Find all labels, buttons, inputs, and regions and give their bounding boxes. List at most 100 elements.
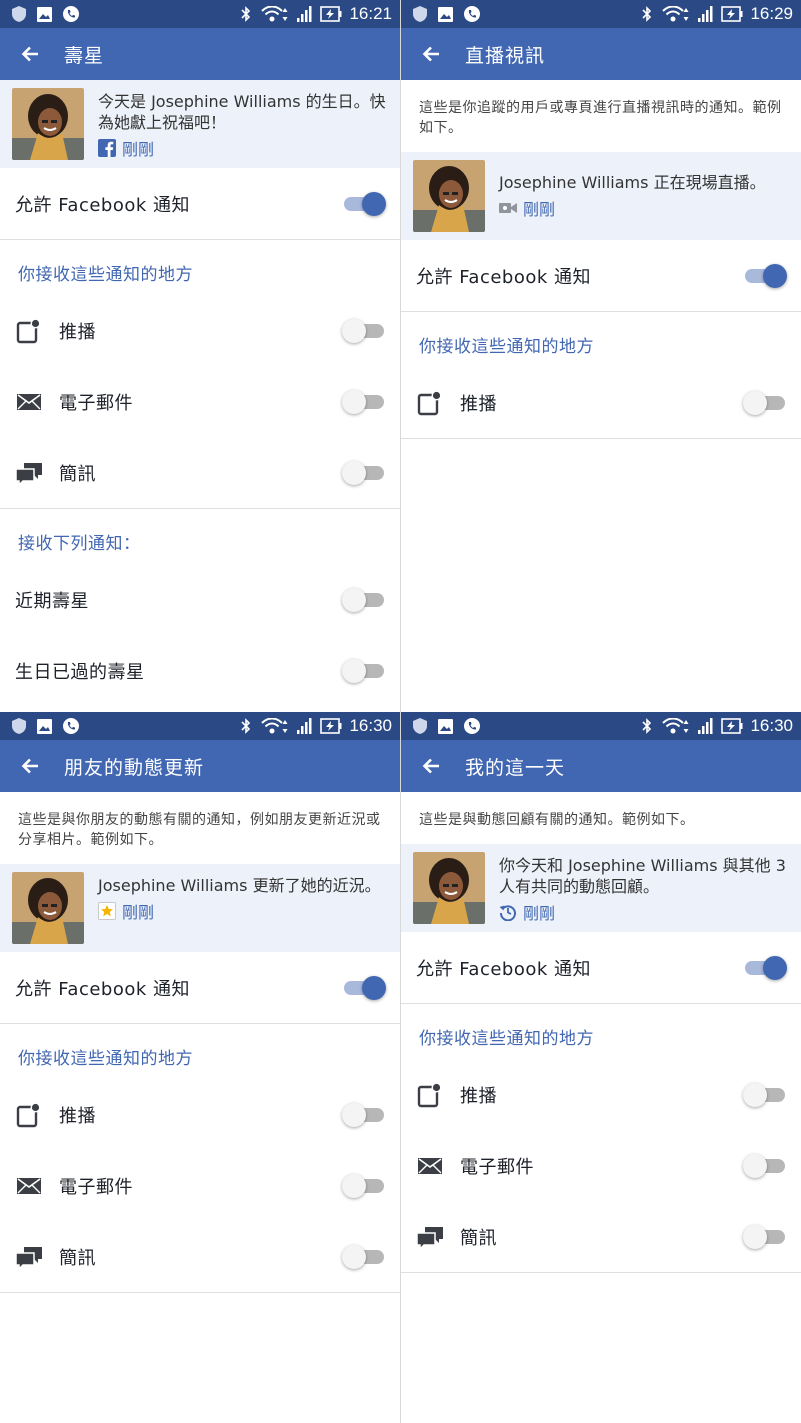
email-row[interactable]: 電子郵件 bbox=[401, 1130, 801, 1201]
email-toggle[interactable] bbox=[743, 1153, 787, 1178]
example-notification: Josephine Williams 更新了她的近況。 剛剛 bbox=[0, 864, 400, 952]
wifi-icon bbox=[261, 6, 289, 23]
example-timestamp: 剛剛 bbox=[98, 899, 388, 923]
push-toggle[interactable] bbox=[743, 1082, 787, 1107]
push-row[interactable]: 推播 bbox=[0, 1079, 400, 1150]
section-header-where: 你接收這些通知的地方 bbox=[18, 265, 193, 285]
status-bar: 16:30 bbox=[0, 712, 400, 740]
wifi-icon bbox=[662, 6, 690, 23]
push-notification-icon bbox=[416, 389, 444, 417]
page-title: 壽星 bbox=[64, 44, 105, 67]
sms-row[interactable]: 簡訊 bbox=[0, 1221, 400, 1292]
push-label: 推播 bbox=[460, 1085, 497, 1107]
app-bar: 直播視訊 bbox=[401, 28, 801, 80]
sms-row[interactable]: 簡訊 bbox=[401, 1201, 801, 1272]
example-timestamp: 剛剛 bbox=[98, 136, 388, 160]
status-bar: 16:30 bbox=[401, 712, 801, 740]
allow-facebook-toggle[interactable] bbox=[743, 263, 787, 288]
back-arrow-icon[interactable] bbox=[419, 42, 443, 66]
recent-birthdays-row[interactable]: 近期壽星 bbox=[0, 564, 400, 635]
sms-toggle[interactable] bbox=[342, 1244, 386, 1269]
phone-icon bbox=[463, 718, 480, 735]
example-notification: 你今天和 Josephine Williams 與其他 3 人有共同的動態回顧。… bbox=[401, 844, 801, 932]
example-notification: 今天是 Josephine Williams 的生日。快為她獻上祝福吧！ 剛剛 bbox=[0, 80, 400, 168]
past-birthdays-row[interactable]: 生日已過的壽星 bbox=[0, 635, 400, 706]
shield-icon bbox=[411, 6, 428, 23]
panel-friend-updates: 16:30 朋友的動態更新 這些是與你朋友的動態有關的通知，例如朋友更新近況或分… bbox=[0, 712, 400, 1423]
bluetooth-icon bbox=[237, 6, 254, 23]
section-header-where: 你接收這些通知的地方 bbox=[419, 1029, 594, 1049]
facebook-logo-icon bbox=[98, 139, 116, 157]
sms-label: 簡訊 bbox=[59, 1247, 96, 1269]
allow-facebook-row[interactable]: 允許 Facebook 通知 bbox=[0, 168, 400, 239]
past-birthdays-toggle[interactable] bbox=[342, 658, 386, 683]
sms-row[interactable]: 簡訊 bbox=[0, 437, 400, 508]
page-title: 直播視訊 bbox=[465, 44, 546, 67]
shield-icon bbox=[10, 6, 27, 23]
example-notification: Josephine Williams 正在現場直播。 剛剛 bbox=[401, 152, 801, 240]
section-header-where: 你接收這些通知的地方 bbox=[18, 1049, 193, 1069]
image-icon bbox=[36, 718, 53, 735]
avatar bbox=[12, 872, 84, 944]
email-row[interactable]: 電子郵件 bbox=[0, 366, 400, 437]
example-time-label: 剛剛 bbox=[122, 903, 155, 922]
past-birthdays-label: 生日已過的壽星 bbox=[15, 661, 145, 683]
sms-toggle[interactable] bbox=[743, 1224, 787, 1249]
wifi-icon bbox=[261, 718, 289, 735]
push-row[interactable]: 推播 bbox=[0, 295, 400, 366]
push-row[interactable]: 推播 bbox=[401, 367, 801, 438]
email-row[interactable]: 電子郵件 bbox=[0, 1150, 400, 1221]
bluetooth-icon bbox=[237, 718, 254, 735]
example-time-label: 剛剛 bbox=[523, 904, 556, 923]
star-icon bbox=[98, 902, 116, 920]
sms-label: 簡訊 bbox=[59, 463, 96, 485]
allow-facebook-toggle[interactable] bbox=[342, 191, 386, 216]
push-toggle[interactable] bbox=[342, 318, 386, 343]
signal-icon bbox=[697, 6, 714, 23]
divider bbox=[0, 1292, 400, 1293]
sms-toggle[interactable] bbox=[342, 460, 386, 485]
image-icon bbox=[36, 6, 53, 23]
allow-facebook-toggle[interactable] bbox=[342, 975, 386, 1000]
panel-birthdays: 16:21 壽星 今天是 Josephine Williams 的生日。快為她獻… bbox=[0, 0, 400, 712]
example-time-label: 剛剛 bbox=[122, 140, 155, 159]
envelope-icon bbox=[15, 1172, 43, 1200]
example-timestamp: 剛剛 bbox=[499, 900, 789, 924]
allow-facebook-toggle[interactable] bbox=[743, 955, 787, 980]
chat-bubbles-icon bbox=[15, 459, 43, 487]
back-arrow-icon[interactable] bbox=[18, 754, 42, 778]
email-toggle[interactable] bbox=[342, 1173, 386, 1198]
chat-bubbles-icon bbox=[15, 1243, 43, 1271]
signal-icon bbox=[697, 718, 714, 735]
allow-facebook-row[interactable]: 允許 Facebook 通知 bbox=[401, 240, 801, 311]
allow-facebook-row[interactable]: 允許 Facebook 通知 bbox=[0, 952, 400, 1023]
back-arrow-icon[interactable] bbox=[419, 754, 443, 778]
description: 這些是與動態回顧有關的通知。範例如下。 bbox=[419, 812, 695, 828]
example-text: Josephine Williams 更新了她的近況。 bbox=[98, 876, 381, 895]
status-time: 16:30 bbox=[349, 716, 392, 735]
avatar bbox=[12, 88, 84, 160]
push-label: 推播 bbox=[59, 321, 96, 343]
push-notification-icon bbox=[416, 1081, 444, 1109]
phone-icon bbox=[62, 718, 79, 735]
envelope-icon bbox=[15, 388, 43, 416]
email-toggle[interactable] bbox=[342, 389, 386, 414]
recent-birthdays-toggle[interactable] bbox=[342, 587, 386, 612]
example-time-label: 剛剛 bbox=[523, 200, 556, 219]
allow-facebook-label: 允許 Facebook 通知 bbox=[416, 266, 592, 288]
allow-facebook-row[interactable]: 允許 Facebook 通知 bbox=[401, 932, 801, 1003]
image-icon bbox=[437, 718, 454, 735]
envelope-icon bbox=[416, 1152, 444, 1180]
push-toggle[interactable] bbox=[342, 1102, 386, 1127]
email-label: 電子郵件 bbox=[460, 1156, 534, 1178]
app-bar: 朋友的動態更新 bbox=[0, 740, 400, 792]
back-arrow-icon[interactable] bbox=[18, 42, 42, 66]
push-row[interactable]: 推播 bbox=[401, 1059, 801, 1130]
push-toggle[interactable] bbox=[743, 390, 787, 415]
description: 這些是你追蹤的用戶或專頁進行直播視訊時的通知。範例如下。 bbox=[419, 100, 782, 136]
signal-icon bbox=[296, 6, 313, 23]
email-label: 電子郵件 bbox=[59, 392, 133, 414]
video-camera-icon bbox=[499, 199, 517, 217]
panel-on-this-day: 16:30 我的這一天 這些是與動態回顧有關的通知。範例如下。 你今天和 Jos… bbox=[401, 712, 801, 1423]
history-clock-icon bbox=[499, 903, 517, 921]
